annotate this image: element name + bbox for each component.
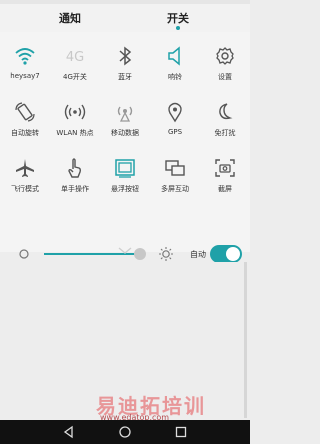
recent-apps-icon[interactable]	[174, 425, 188, 439]
hotspot-icon	[64, 104, 86, 120]
4g-icon: 4G	[66, 50, 84, 65]
toggle-settings[interactable]: 设置	[200, 38, 250, 94]
toggle-screenshot[interactable]: 截屏	[200, 150, 250, 206]
hand-icon	[68, 158, 82, 178]
switch-thumb	[226, 247, 240, 261]
bluetooth-icon	[119, 46, 132, 66]
scrollbar[interactable]	[244, 262, 247, 418]
auto-brightness-switch[interactable]	[210, 245, 242, 263]
toggle-4g[interactable]: 4G 4G开关	[50, 38, 100, 94]
quick-settings-panel: heysay7 4G 4G开关 蓝牙 响铃 设置 自动旋转 WLAN 热点 移动…	[0, 32, 250, 263]
toggle-label: 截屏	[218, 185, 232, 193]
auto-brightness-label: 自动	[190, 250, 206, 259]
toggle-mobile-data[interactable]: 移动数据	[100, 94, 150, 150]
tab-notifications[interactable]: 通知	[40, 10, 100, 26]
rotate-icon	[15, 102, 35, 122]
location-pin-icon	[168, 102, 182, 123]
toggle-floating-button[interactable]: 悬浮按钮	[100, 150, 150, 206]
tab-bar: 通知 开关	[0, 4, 250, 32]
speaker-icon	[168, 46, 180, 66]
toggle-bluetooth[interactable]: 蓝牙	[100, 38, 150, 94]
toggle-hotspot[interactable]: WLAN 热点	[50, 94, 100, 150]
chevron-down-icon[interactable]	[117, 246, 133, 256]
home-icon[interactable]	[118, 425, 132, 439]
screenshot-icon	[215, 159, 235, 177]
active-tab-indicator	[176, 26, 180, 30]
moon-icon	[219, 103, 233, 120]
toggle-airplane[interactable]: 飞行模式	[0, 150, 50, 206]
toggle-label: 免打扰	[214, 129, 236, 137]
floating-button-icon	[115, 159, 135, 178]
toggle-label: 设置	[218, 73, 232, 81]
toggle-auto-rotate[interactable]: 自动旋转	[0, 94, 50, 150]
wifi-icon	[15, 48, 35, 65]
airplane-icon	[16, 159, 34, 177]
brightness-slider-thumb[interactable]	[134, 248, 146, 260]
toggle-one-hand[interactable]: 单手操作	[50, 150, 100, 206]
toggle-multi-screen[interactable]: 多屏互动	[150, 150, 200, 206]
gear-icon	[216, 47, 234, 65]
toggle-gps[interactable]: GPS	[150, 94, 200, 150]
mobile-data-icon	[117, 106, 133, 122]
multi-screen-icon	[165, 160, 185, 176]
brightness-low-icon	[19, 249, 29, 259]
toggle-wifi[interactable]: heysay7	[0, 38, 50, 94]
tab-switches[interactable]: 开关	[148, 10, 208, 26]
back-icon[interactable]	[62, 425, 76, 439]
navigation-bar	[0, 420, 250, 444]
toggle-ringer[interactable]: 响铃	[150, 38, 200, 94]
svg-text:4G: 4G	[66, 50, 84, 65]
toggle-dnd[interactable]: 免打扰	[200, 94, 250, 150]
brightness-high-icon	[159, 247, 173, 261]
